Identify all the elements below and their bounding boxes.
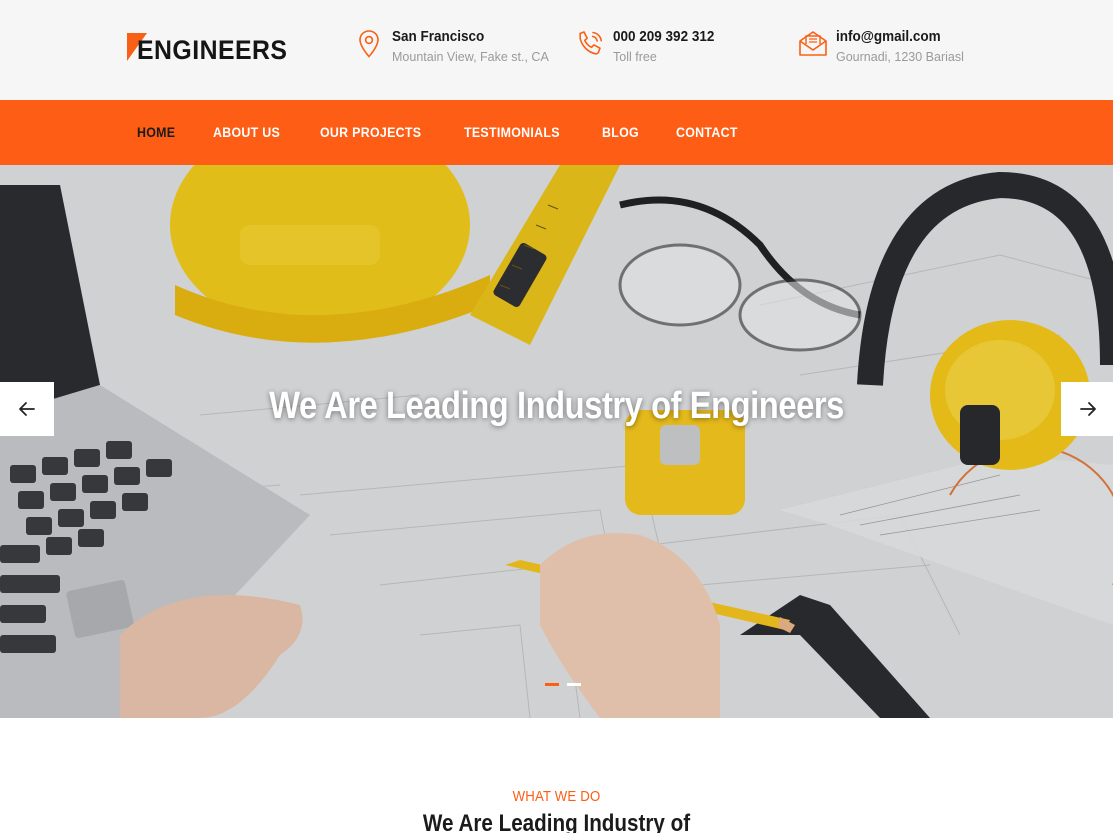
- section-heading-part-1: We Are: [422, 810, 499, 833]
- slider-prev-button[interactable]: [0, 382, 54, 436]
- section-kicker: WHAT WE DO: [512, 788, 601, 805]
- nav-item-our-projects[interactable]: OUR PROJECTS: [320, 125, 421, 140]
- section-heading: We Are Leading Industry of: [78, 810, 1035, 833]
- envelope-icon: [796, 27, 830, 61]
- nav-item-blog[interactable]: BLOG: [602, 125, 639, 140]
- slider-pagination: [545, 683, 589, 686]
- contact-phone: 000 209 392 312 Toll free: [573, 27, 726, 66]
- email-subtitle: Gournadi, 1230 Bariasl: [836, 50, 964, 64]
- section-heading-part-2: of: [664, 810, 691, 833]
- map-pin-icon: [352, 27, 386, 61]
- arrow-left-icon: [19, 402, 35, 416]
- hero-title-part-2: Industry of Engineers: [508, 385, 844, 427]
- nav-item-home[interactable]: HOME: [137, 125, 175, 140]
- nav-list: HOME ABOUT US OUR PROJECTS TESTIMONIALS …: [137, 100, 777, 165]
- hero-slider: We Are Leading Industry of Engineers: [0, 165, 1113, 718]
- nav-item-testimonials[interactable]: TESTIMONIALS: [464, 125, 560, 140]
- main-navigation: HOME ABOUT US OUR PROJECTS TESTIMONIALS …: [0, 100, 1113, 165]
- nav-item-about-us[interactable]: ABOUT US: [213, 125, 280, 140]
- slider-dot-2[interactable]: [567, 683, 581, 686]
- location-title: San Francisco: [392, 28, 485, 45]
- arrow-right-icon: [1080, 402, 1096, 416]
- hero-title: We Are Leading Industry of Engineers: [78, 385, 1035, 428]
- slider-dot-1[interactable]: [545, 683, 559, 686]
- slider-next-button[interactable]: [1061, 382, 1113, 436]
- email-address[interactable]: info@gmail.com: [836, 27, 951, 47]
- contact-email: info@gmail.com Gournadi, 1230 Bariasl: [796, 27, 964, 66]
- site-logo[interactable]: ENGINEERS: [127, 33, 291, 67]
- top-header: ENGINEERS San Francisco Mountain View, F…: [0, 0, 1113, 100]
- phone-subtitle: Toll free: [613, 50, 657, 64]
- contact-location: San Francisco Mountain View, Fake st., C…: [352, 27, 549, 66]
- phone-number[interactable]: 000 209 392 312: [613, 27, 714, 47]
- phone-icon: [573, 27, 607, 61]
- hero-title-part-1: We Are: [269, 385, 387, 427]
- location-subtitle: Mountain View, Fake st., CA: [392, 50, 549, 64]
- section-heading-bold: Leading Industry: [498, 810, 665, 833]
- nav-item-contact[interactable]: CONTACT: [676, 125, 738, 140]
- hero-background-image: [0, 165, 1113, 718]
- logo-text: ENGINEERS: [137, 34, 288, 65]
- hero-title-bold: Leading: [386, 385, 509, 427]
